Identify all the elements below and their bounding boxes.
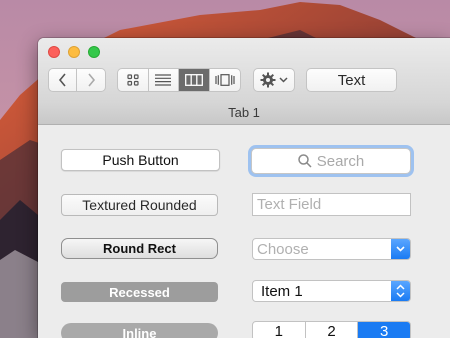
segment-label: 2: [327, 322, 336, 338]
segmented-control: 1 2 3: [252, 321, 411, 338]
column-view-button[interactable]: [179, 69, 210, 91]
recessed-button[interactable]: Recessed: [61, 282, 218, 302]
chevron-right-icon: [88, 73, 96, 87]
controls-panel: Push Button Textured Rounded Round Rect …: [38, 125, 450, 338]
app-window: Text Tab 1 Push Button Textured Rounded …: [38, 38, 450, 338]
column-view-icon: [184, 74, 203, 86]
list-view-icon: [155, 74, 172, 86]
window-toolbar: Text: [38, 38, 450, 106]
popup-button[interactable]: Item 1: [252, 280, 411, 302]
textured-rounded-button-label: Textured Rounded: [82, 197, 197, 213]
chevron-down-icon: [279, 77, 288, 83]
inline-button[interactable]: Inline: [61, 323, 218, 338]
segment-3[interactable]: 3: [358, 322, 410, 338]
push-button-label: Push Button: [102, 152, 179, 168]
chevron-down-icon: [396, 246, 405, 252]
icon-view-icon: [127, 74, 139, 86]
action-menu-button[interactable]: [253, 68, 295, 92]
text-field-placeholder: Text Field: [257, 196, 322, 213]
round-rect-button[interactable]: Round Rect: [61, 238, 218, 259]
inline-button-label: Inline: [122, 325, 157, 338]
minimize-window-button[interactable]: [68, 46, 80, 58]
push-button[interactable]: Push Button: [61, 149, 220, 171]
chevron-left-icon: [58, 73, 66, 87]
cover-flow-view-icon: [215, 74, 235, 86]
search-placeholder: Search: [316, 152, 365, 170]
gear-icon: [260, 72, 276, 88]
tab-bar: Tab 1: [38, 101, 450, 125]
popup-button-value: Item 1: [261, 282, 303, 300]
text-field[interactable]: Text Field: [252, 193, 411, 216]
round-rect-button-label: Round Rect: [103, 241, 176, 256]
view-mode-control: [117, 68, 241, 92]
list-view-button[interactable]: [149, 69, 179, 91]
combo-box-placeholder: Choose: [257, 240, 309, 258]
segment-2[interactable]: 2: [306, 322, 359, 338]
navigation-control: [48, 68, 106, 92]
search-input[interactable]: Search: [251, 148, 411, 174]
segment-1[interactable]: 1: [253, 322, 306, 338]
combo-box-arrow-button[interactable]: [391, 239, 410, 259]
tab-1[interactable]: Tab 1: [228, 105, 260, 120]
popup-arrows: [391, 281, 410, 301]
up-down-chevron-icon: [396, 284, 405, 298]
segment-label: 1: [274, 322, 283, 338]
close-window-button[interactable]: [48, 46, 60, 58]
recessed-button-label: Recessed: [109, 284, 170, 300]
zoom-window-button[interactable]: [88, 46, 100, 58]
text-toolbar-button-label: Text: [337, 71, 366, 89]
forward-button[interactable]: [77, 69, 105, 91]
combo-box[interactable]: Choose: [252, 238, 411, 260]
cover-flow-view-button[interactable]: [210, 69, 240, 91]
textured-rounded-button[interactable]: Textured Rounded: [61, 194, 218, 216]
search-icon: [297, 154, 312, 168]
icon-view-button[interactable]: [118, 69, 149, 91]
back-button[interactable]: [49, 69, 78, 91]
segment-label: 3: [380, 322, 389, 338]
text-toolbar-button[interactable]: Text: [306, 68, 397, 92]
